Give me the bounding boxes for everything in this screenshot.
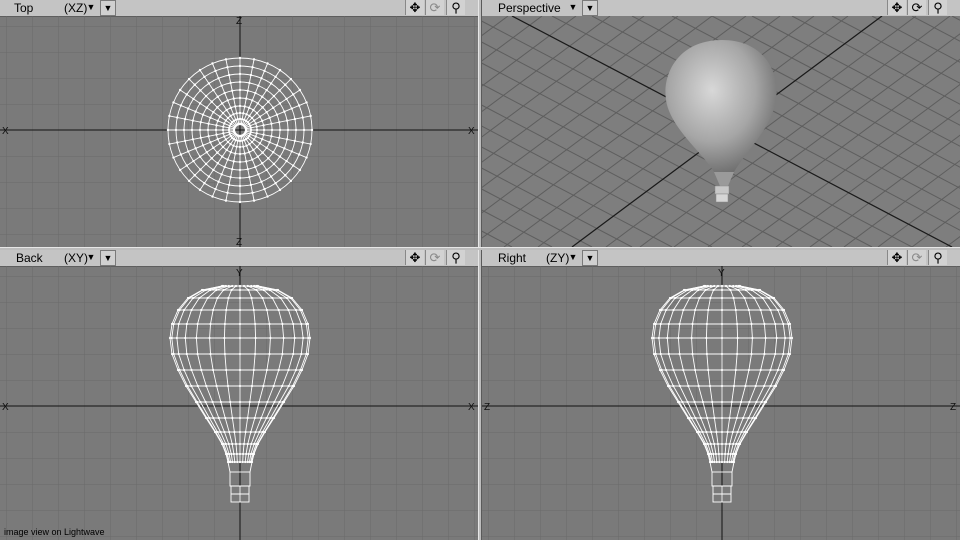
view-name-label[interactable]: Top — [14, 1, 33, 15]
axis-x-label-left: X — [2, 126, 9, 137]
image-caption: image view on Lightwave — [4, 527, 105, 537]
view-name-label[interactable]: Right — [498, 251, 526, 265]
right-view-canvas[interactable]: Z Z Y — [482, 266, 960, 540]
axis-z-label-top: Z — [236, 16, 242, 27]
view-name-label[interactable]: Perspective — [498, 1, 561, 15]
move-icon[interactable]: ✥ — [405, 0, 424, 15]
axis-x-label-right: X — [468, 402, 475, 413]
view-type-dropdown-icon[interactable]: ▼ — [84, 250, 98, 265]
back-view-canvas[interactable]: X X Y — [0, 266, 478, 540]
axis-z-label-bottom: Z — [236, 237, 242, 247]
viewport-toolbar: Top (XZ) ▼ ▼ ✥ ⟳ ⚲ — [0, 0, 478, 17]
viewport-splitter-horizontal[interactable] — [0, 247, 960, 250]
view-type-dropdown-icon[interactable]: ▼ — [84, 0, 98, 15]
view-options-dropdown-icon[interactable]: ▼ — [100, 250, 116, 266]
view-type-dropdown-icon[interactable]: ▼ — [566, 250, 580, 265]
view-options-dropdown-icon[interactable]: ▼ — [582, 250, 598, 266]
perspective-canvas[interactable] — [482, 16, 960, 247]
magnifier-icon[interactable]: ⚲ — [928, 0, 947, 15]
magnifier-icon[interactable]: ⚲ — [446, 250, 465, 265]
viewport-toolbar: Perspective ▼ ▼ ✥ ⟳ ⚲ — [482, 0, 960, 17]
move-icon[interactable]: ✥ — [405, 250, 424, 265]
magnifier-icon[interactable]: ⚲ — [928, 250, 947, 265]
viewport-toolbar: Right (ZY) ▼ ▼ ✥ ⟳ ⚲ — [482, 250, 960, 267]
top-view-canvas[interactable]: X X Z Z — [0, 16, 478, 247]
view-name-label[interactable]: Back — [16, 251, 43, 265]
axis-y-label-top: Y — [236, 268, 243, 279]
view-type-dropdown-icon[interactable]: ▼ — [566, 0, 580, 15]
rotate-icon[interactable]: ⟳ — [907, 250, 926, 265]
rotate-icon[interactable]: ⟳ — [425, 250, 444, 265]
axis-x-label-left: X — [2, 402, 9, 413]
axis-y-label-top: Y — [718, 268, 725, 279]
move-icon[interactable]: ✥ — [887, 0, 906, 15]
magnifier-icon[interactable]: ⚲ — [446, 0, 465, 15]
viewport-toolbar: Back (XY) ▼ ▼ ✥ ⟳ ⚲ — [0, 250, 478, 267]
axis-z-label-right: Z — [950, 402, 956, 413]
axis-x-label-right: X — [468, 126, 475, 137]
rotate-icon[interactable]: ⟳ — [425, 0, 444, 15]
view-options-dropdown-icon[interactable]: ▼ — [100, 0, 116, 16]
axis-z-label-left: Z — [484, 402, 490, 413]
view-options-dropdown-icon[interactable]: ▼ — [582, 0, 598, 16]
viewport-back[interactable]: Back (XY) ▼ ▼ ✥ ⟳ ⚲ X X Y — [0, 250, 478, 540]
rotate-icon[interactable]: ⟳ — [907, 0, 926, 15]
move-icon[interactable]: ✥ — [887, 250, 906, 265]
viewport-right[interactable]: Right (ZY) ▼ ▼ ✥ ⟳ ⚲ Z Z Y — [482, 250, 960, 540]
viewport-perspective[interactable]: Perspective ▼ ▼ ✥ ⟳ ⚲ — [482, 0, 960, 247]
viewport-top[interactable]: Top (XZ) ▼ ▼ ✥ ⟳ ⚲ X X Z Z — [0, 0, 478, 247]
viewport-splitter-vertical[interactable] — [478, 0, 482, 540]
